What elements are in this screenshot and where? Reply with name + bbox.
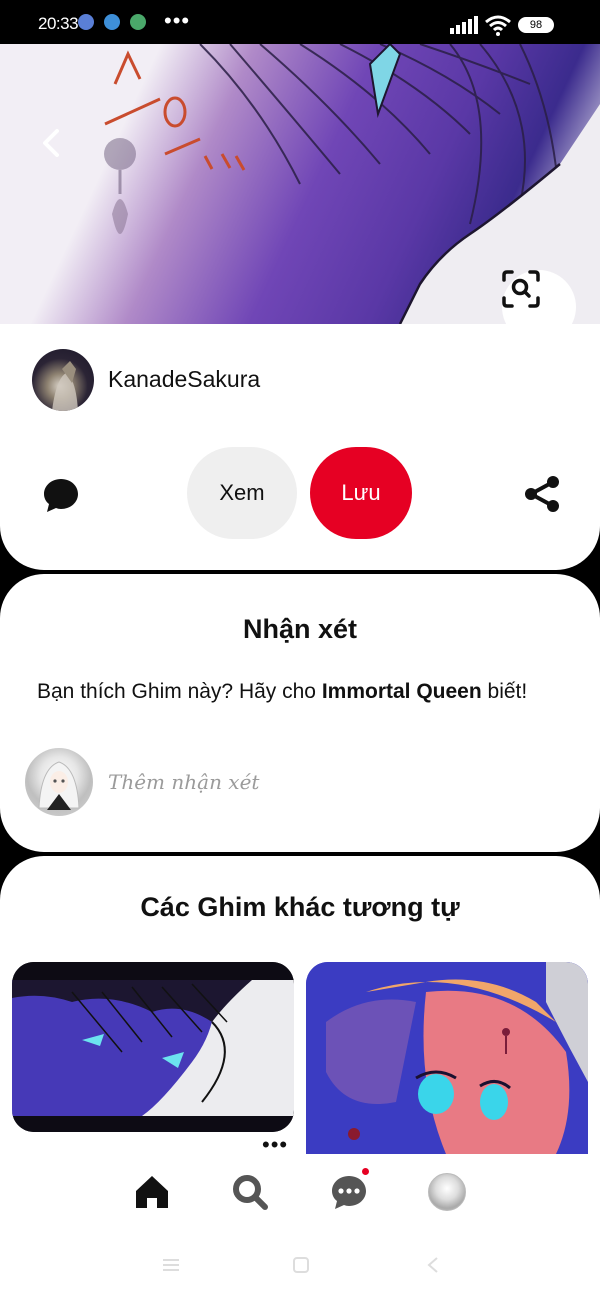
pin-detail-screen: 20:33 ••• 98 KanadeSakura Xem Lưu Nhận x… — [0, 0, 600, 1300]
comments-title: Nhận xét — [242, 614, 358, 644]
author-name[interactable]: KanadeSakura — [108, 366, 260, 393]
wifi-icon — [485, 15, 511, 36]
board-owner-name: Immortal Queen — [321, 680, 482, 703]
back-system-button[interactable] — [422, 1254, 444, 1276]
app-notification-icon — [104, 14, 120, 30]
bottom-navigation — [0, 1154, 600, 1230]
notification-icons — [78, 14, 146, 30]
related-pin-image — [306, 962, 588, 1154]
comments-prompt-suffix: biết! — [481, 680, 528, 703]
status-time: 20:33 — [38, 14, 79, 33]
related-pin-thumbnail[interactable] — [12, 962, 294, 1132]
author-avatar[interactable] — [32, 349, 94, 411]
nav-search[interactable] — [228, 1170, 272, 1214]
triangle-back-icon — [427, 1257, 438, 1273]
profile-avatar — [428, 1173, 466, 1211]
back-button[interactable] — [40, 128, 76, 164]
more-notifications-icon: ••• — [164, 8, 191, 33]
chat-icon — [332, 1176, 366, 1209]
comments-prompt: Bạn thích Ghim này? Hãy cho Immortal Que… — [37, 677, 567, 706]
nav-messages[interactable] — [327, 1166, 371, 1214]
my-avatar-art — [38, 761, 80, 810]
save-button[interactable]: Lưu — [310, 447, 412, 539]
comments-prompt-prefix: Bạn thích Ghim này? Hãy cho — [37, 680, 322, 703]
related-pins-title: Các Ghim khác tương tự — [140, 892, 460, 922]
comments-section: Nhận xét Bạn thích Ghim này? Hãy cho Imm… — [0, 574, 600, 852]
battery-indicator: 98 — [518, 17, 554, 33]
home-system-button[interactable] — [290, 1254, 312, 1276]
nav-home[interactable] — [130, 1170, 174, 1214]
speech-bubble-icon — [44, 479, 78, 512]
view-button[interactable]: Xem — [187, 447, 297, 539]
chevron-left-icon — [43, 129, 59, 157]
home-icon — [136, 1176, 168, 1208]
pin-info-card: KanadeSakura Xem Lưu — [0, 324, 600, 570]
pin-image[interactable] — [0, 44, 600, 324]
pin-more-options[interactable]: ••• — [262, 1134, 288, 1156]
share-button[interactable] — [520, 472, 564, 516]
square-icon — [293, 1257, 309, 1273]
comment-button[interactable] — [40, 474, 82, 516]
recents-button[interactable] — [160, 1254, 182, 1276]
status-bar: 20:33 ••• 98 — [0, 0, 600, 44]
system-navigation-bar — [0, 1230, 600, 1300]
app-notification-icon — [78, 14, 94, 30]
notification-badge — [360, 1166, 371, 1177]
author-avatar-art — [52, 361, 78, 411]
my-avatar — [25, 748, 93, 816]
related-pin-image — [12, 962, 294, 1132]
search-icon — [233, 1175, 268, 1210]
app-notification-icon — [130, 14, 146, 30]
visual-search-icon — [502, 270, 540, 308]
signal-icon — [450, 16, 478, 34]
share-icon — [525, 476, 559, 512]
related-pin-thumbnail[interactable] — [306, 962, 588, 1154]
menu-icon — [163, 1259, 179, 1271]
nav-profile[interactable] — [425, 1170, 469, 1214]
add-comment-input[interactable]: Thêm nhận xét — [108, 770, 259, 794]
